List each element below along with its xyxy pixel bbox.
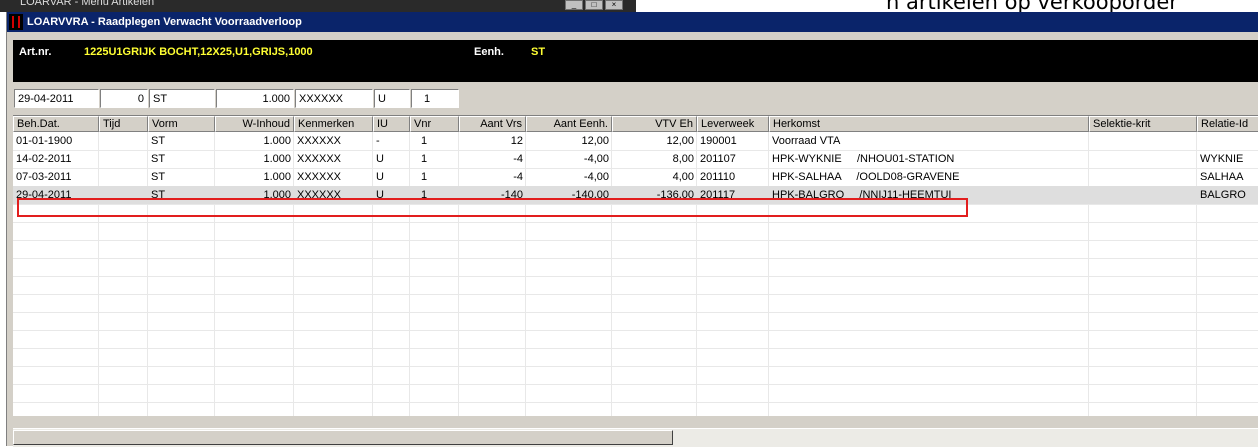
table-row-selected[interactable]: 29-04-2011 ST 1.000 XXXXXX U 1 -140 -140… — [13, 186, 1258, 204]
cell-vorm: ST — [151, 171, 166, 183]
cell-vtv-eh: 4,00 — [672, 171, 694, 183]
cell-kenmerken: XXXXXX — [297, 153, 342, 165]
cell-aant-eenh: -4,00 — [583, 153, 609, 165]
cell-relatie-id: SALHAA — [1200, 171, 1244, 183]
column-header-selektie-krit[interactable]: Selektie-krit — [1089, 116, 1197, 132]
column-header-w-inhoud[interactable]: W-Inhoud — [215, 116, 294, 132]
column-header-iu[interactable]: IU — [373, 116, 410, 132]
cell-selektie-krit — [1089, 186, 1197, 204]
filter-vnr-input[interactable] — [411, 89, 459, 108]
cell-herkomst: Voorraad VTA — [772, 135, 841, 147]
cell-leverweek: 201117 — [700, 189, 736, 201]
cell-vorm: ST — [151, 153, 166, 165]
cell-w-inhoud: 1.000 — [263, 153, 291, 165]
column-header-aant-vrs[interactable]: Aant Vrs — [459, 116, 526, 132]
cell-beh-dat: 29-04-2011 — [16, 189, 72, 201]
cell-vnr: 1 — [420, 135, 428, 147]
article-value: 1225U1GRIJK BOCHT,12X25,U1,GRIJS,1000 — [84, 46, 313, 58]
cell-tijd — [99, 186, 148, 204]
column-header-aant-eenh[interactable]: Aant Eenh. — [526, 116, 612, 132]
horizontal-scrollbar[interactable] — [13, 428, 1258, 447]
cell-tijd — [99, 168, 148, 186]
cell-herkomst: HPK-WYKNIE /NHOU01-STATION — [772, 153, 955, 165]
filter-features-input[interactable] — [295, 89, 373, 108]
cell-leverweek: 201107 — [700, 153, 736, 165]
data-grid: Beh.Dat. Tijd Vorm W-Inhoud Kenmerken IU… — [13, 115, 1258, 416]
column-header-tijd[interactable]: Tijd — [99, 116, 148, 132]
article-info-panel: Art.nr. 1225U1GRIJK BOCHT,12X25,U1,GRIJS… — [13, 40, 1258, 82]
window-title: LOARVVRA - Raadplegen Verwacht Voorraadv… — [27, 16, 302, 28]
scrollbar-thumb[interactable] — [13, 430, 673, 445]
column-header-vtv-eh[interactable]: VTV Eh — [612, 116, 697, 132]
column-header-relatie-id[interactable]: Relatie-Id — [1197, 116, 1258, 132]
title-bar[interactable]: LOARVVRA - Raadplegen Verwacht Voorraadv… — [7, 12, 1258, 32]
column-header-kenmerken[interactable]: Kenmerken — [294, 116, 373, 132]
minimize-icon[interactable]: _ — [565, 0, 583, 10]
cell-iu: U — [376, 171, 384, 183]
cell-aant-vrs: -4 — [513, 153, 523, 165]
cell-aant-vrs: -140 — [500, 189, 523, 201]
cell-leverweek: 190001 — [700, 135, 737, 147]
cell-w-inhoud: 1.000 — [263, 135, 291, 147]
background-window-title: LOARVAR - Menu Artikelen — [20, 0, 155, 8]
cell-vnr: 1 — [420, 171, 428, 183]
main-window: LOARVVRA - Raadplegen Verwacht Voorraadv… — [6, 12, 1258, 447]
cell-aant-eenh: 12,00 — [581, 135, 609, 147]
column-header-leverweek[interactable]: Leverweek — [697, 116, 769, 132]
unit-label: Eenh. — [474, 46, 504, 58]
cell-kenmerken: XXXXXX — [297, 171, 342, 183]
table-row[interactable]: 14-02-2011 ST 1.000 XXXXXX U 1 -4 -4,00 … — [13, 150, 1258, 168]
article-label: Art.nr. — [19, 46, 52, 58]
cell-aant-vrs: 12 — [510, 135, 523, 147]
cell-vtv-eh: 8,00 — [672, 153, 694, 165]
cell-selektie-krit — [1089, 168, 1197, 186]
cell-vtv-eh: 12,00 — [666, 135, 694, 147]
cell-relatie-id — [1197, 132, 1258, 150]
cell-kenmerken: XXXXXX — [297, 135, 342, 147]
cell-herkomst: HPK-BALGRO /NNIJ11-HEEMTUI — [772, 189, 952, 201]
table-row[interactable]: 07-03-2011 ST 1.000 XXXXXX U 1 -4 -4,00 … — [13, 168, 1258, 186]
cell-tijd — [99, 150, 148, 168]
cell-vnr: 1 — [420, 189, 428, 201]
cell-w-inhoud: 1.000 — [263, 171, 291, 183]
cell-aant-eenh: -140,00 — [571, 189, 609, 201]
cell-vtv-eh: -136,00 — [656, 189, 694, 201]
cell-vorm: ST — [151, 189, 166, 201]
cell-aant-vrs: -4 — [513, 171, 523, 183]
cell-beh-dat: 07-03-2011 — [16, 171, 72, 183]
cell-beh-dat: 01-01-1900 — [16, 135, 73, 147]
cell-selektie-krit — [1089, 150, 1197, 168]
cell-tijd — [99, 132, 148, 150]
cell-relatie-id: BALGRO — [1200, 189, 1246, 201]
background-panel — [636, 0, 886, 12]
column-header-herkomst[interactable]: Herkomst — [769, 116, 1089, 132]
cell-iu: U — [376, 189, 384, 201]
cell-beh-dat: 14-02-2011 — [16, 153, 72, 165]
cell-leverweek: 201110 — [700, 171, 736, 183]
filter-iu-input[interactable] — [374, 89, 410, 108]
app-icon — [9, 14, 23, 30]
filter-content-input[interactable] — [216, 89, 294, 108]
column-header-beh-dat[interactable]: Beh.Dat. — [13, 116, 99, 132]
cell-iu: U — [376, 153, 384, 165]
cell-aant-eenh: -4,00 — [583, 171, 609, 183]
cell-w-inhoud: 1.000 — [263, 189, 291, 201]
close-icon[interactable]: × — [605, 0, 623, 10]
unit-value: ST — [531, 46, 546, 58]
filter-time-input[interactable] — [100, 89, 148, 108]
cell-vorm: ST — [151, 135, 166, 147]
cell-relatie-id: WYKNIE — [1200, 153, 1244, 165]
cell-selektie-krit — [1089, 132, 1197, 150]
cell-iu: - — [376, 135, 380, 147]
column-header-vnr[interactable]: Vnr — [410, 116, 459, 132]
column-header-vorm[interactable]: Vorm — [148, 116, 215, 132]
cell-vnr: 1 — [420, 153, 428, 165]
filter-date-input[interactable] — [14, 89, 99, 108]
filter-form-input[interactable] — [149, 89, 215, 108]
background-window-buttons[interactable]: _ □ × — [565, 0, 623, 10]
cell-herkomst: HPK-SALHAA /OOLD08-GRAVENE — [772, 171, 960, 183]
maximize-icon[interactable]: □ — [585, 0, 603, 10]
table-row[interactable]: 01-01-1900 ST 1.000 XXXXXX - 1 12 12,00 … — [13, 132, 1258, 150]
cell-kenmerken: XXXXXX — [297, 189, 342, 201]
